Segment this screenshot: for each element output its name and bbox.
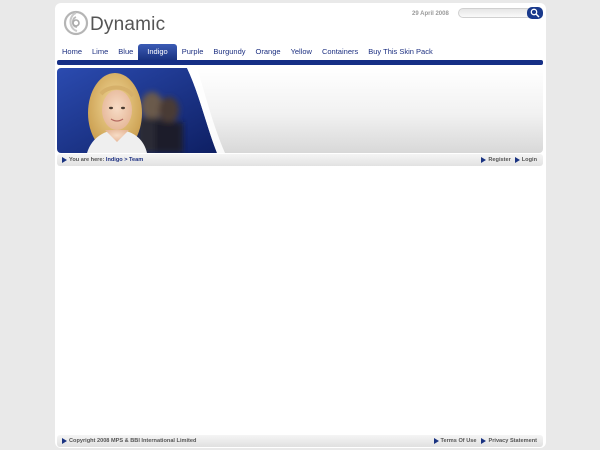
nav-underline-bar <box>57 60 543 65</box>
swirl-logo-icon <box>63 10 89 36</box>
privacy-link[interactable]: Privacy Statement <box>481 438 537 444</box>
login-label: Login <box>521 157 537 163</box>
terms-label: Terms Of Use <box>440 438 477 444</box>
register-link[interactable]: Register <box>481 157 511 163</box>
content-area <box>57 168 543 433</box>
arrow-right-icon <box>62 438 67 444</box>
banner-image <box>57 68 225 153</box>
arrow-right-icon <box>514 157 520 163</box>
nav-item-containers[interactable]: Containers <box>317 44 363 60</box>
current-date: 29 April 2008 <box>412 11 449 17</box>
nav-item-buy-this-skin-pack[interactable]: Buy This Skin Pack <box>363 44 437 60</box>
arrow-right-icon <box>481 438 487 444</box>
logo[interactable]: Dynamic <box>63 10 165 36</box>
main-nav: Home Lime Blue Indigo Purple Burgundy Orange Ye… <box>57 44 438 60</box>
breadcrumb-path: You are here: Indigo > Team <box>62 157 143 163</box>
search-magnifier-icon <box>530 8 540 18</box>
search-button[interactable] <box>527 7 543 19</box>
arrow-right-icon <box>481 157 487 163</box>
breadcrumb-link[interactable]: Indigo > Team <box>106 157 143 163</box>
copyright-text: Copyright 2008 MPS & BBI International L… <box>69 438 197 444</box>
hero-banner <box>57 68 543 153</box>
privacy-label: Privacy Statement <box>488 438 537 444</box>
login-link[interactable]: Login <box>514 157 537 163</box>
nav-item-burgundy[interactable]: Burgundy <box>208 44 250 60</box>
arrow-right-icon <box>433 438 439 444</box>
footer: Copyright 2008 MPS & BBI International L… <box>57 435 543 447</box>
breadcrumb-prefix: You are here: <box>69 157 105 163</box>
arrow-right-icon <box>62 157 67 163</box>
footer-copyright: Copyright 2008 MPS & BBI International L… <box>62 438 196 444</box>
search-input[interactable] <box>458 8 532 18</box>
nav-item-purple[interactable]: Purple <box>177 44 209 60</box>
footer-links: Terms Of Use Privacy Statement <box>433 438 537 444</box>
nav-item-lime[interactable]: Lime <box>87 44 113 60</box>
nav-item-indigo[interactable]: Indigo <box>138 44 177 60</box>
account-links: Register Login <box>481 157 537 163</box>
page-container: Dynamic 29 April 2008 Home Lime Blue Indigo… <box>55 3 546 448</box>
register-label: Register <box>488 157 511 163</box>
nav-item-orange[interactable]: Orange <box>251 44 286 60</box>
nav-item-home[interactable]: Home <box>57 44 87 60</box>
terms-link[interactable]: Terms Of Use <box>433 438 477 444</box>
logo-text: Dynamic <box>90 14 166 35</box>
nav-item-yellow[interactable]: Yellow <box>286 44 317 60</box>
nav-item-blue[interactable]: Blue <box>113 44 138 60</box>
breadcrumb: You are here: Indigo > Team Register Log… <box>57 154 543 166</box>
